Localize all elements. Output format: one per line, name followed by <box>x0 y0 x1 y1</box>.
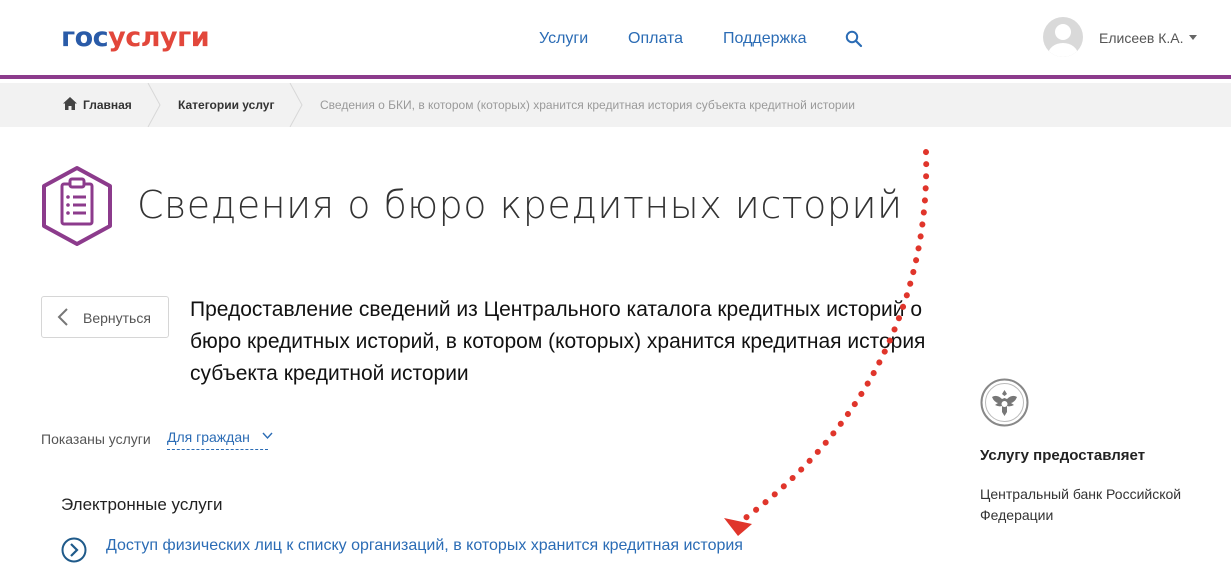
caret-down-icon[interactable] <box>1189 35 1197 40</box>
section-title: Электронные услуги <box>61 495 223 514</box>
provider-name: Центральный банк Российской Федерации <box>980 486 1182 523</box>
avatar[interactable] <box>1043 17 1083 57</box>
breadcrumb-categories[interactable]: Категории услуг <box>178 83 274 127</box>
nav-support[interactable]: Поддержка <box>723 29 806 49</box>
service-link[interactable]: Доступ физических лиц к списку организац… <box>106 536 743 556</box>
chevron-left-icon <box>57 308 68 326</box>
header: госуслуги Услуги Оплата Поддержка Елисее… <box>0 0 1231 79</box>
back-button-label: Вернуться <box>83 310 151 326</box>
clipboard-icon <box>42 166 112 246</box>
shown-services-label: Показаны услуги <box>41 431 151 447</box>
chevron-down-icon[interactable] <box>262 432 273 440</box>
provider-title: Услугу предоставляет <box>980 447 1146 464</box>
logo-part-uslugi: услуги <box>108 22 210 53</box>
gosuslugi-logo[interactable]: госуслуги <box>61 22 210 54</box>
user-silhouette-icon <box>1048 24 1078 57</box>
search-icon[interactable] <box>845 30 863 48</box>
breadcrumb-current: Сведения о БКИ, в котором (которых) хран… <box>320 98 855 112</box>
home-icon[interactable] <box>63 97 77 110</box>
bank-of-russia-emblem-icon <box>980 378 1029 427</box>
back-button[interactable]: Вернуться <box>41 296 169 338</box>
nav-services[interactable]: Услуги <box>539 29 588 49</box>
arrow-circle-right-icon[interactable] <box>61 537 87 563</box>
logo-part-gos: гос <box>61 22 109 53</box>
audience-dropdown[interactable]: Для граждан <box>167 428 268 450</box>
breadcrumb-home[interactable]: Главная <box>83 83 132 127</box>
user-name[interactable]: Елисеев К.А. <box>1099 29 1184 47</box>
service-description: Предоставление сведений из Центрального … <box>190 298 926 385</box>
page-title: Сведения о бюро кредитных историй <box>137 183 903 227</box>
nav-payment[interactable]: Оплата <box>628 29 683 49</box>
breadcrumb-separator <box>289 83 303 127</box>
breadcrumb-separator <box>147 83 161 127</box>
